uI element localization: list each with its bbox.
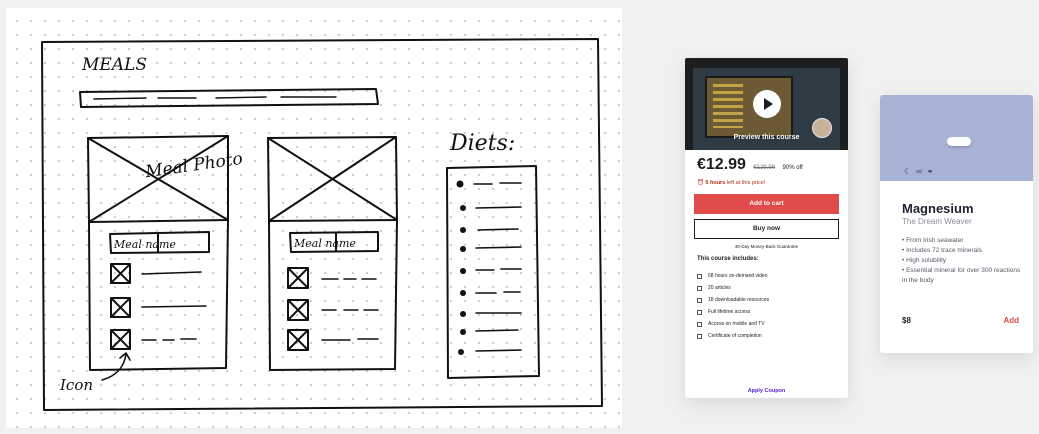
course-purchase-card: Preview this course €12.99 €129.99 90% o… bbox=[685, 58, 848, 398]
list-item: Access on mobile and TV bbox=[697, 318, 842, 330]
preview-label: Preview this course bbox=[733, 134, 800, 141]
list-item: 68 hours on-demand video bbox=[697, 270, 842, 282]
product-card: ☾ ∞ ⚭ Magnesium The Dream Weaver • From Ir… bbox=[880, 95, 1033, 353]
add-to-cart-button[interactable]: Add to cart bbox=[694, 194, 839, 214]
includes-list: 68 hours on-demand video 20 articles 18 … bbox=[697, 270, 842, 342]
product-bullets: • From Irish seawater • Includes 72 trac… bbox=[902, 236, 1027, 286]
list-item: • From Irish seawater bbox=[902, 237, 964, 244]
folder-icon bbox=[697, 297, 702, 303]
sketch-card1-header: Meal name bbox=[113, 238, 176, 251]
pill-image bbox=[947, 137, 971, 146]
sketch-annotation: Icon bbox=[59, 376, 93, 394]
timer-text: left at this price! bbox=[726, 180, 766, 186]
list-item: 20 articles bbox=[697, 282, 842, 294]
sketch-diet-bullets bbox=[456, 180, 466, 355]
alarm-icon: ⏰ bbox=[697, 180, 704, 186]
trophy-icon bbox=[697, 333, 702, 339]
product-price: $8 bbox=[902, 316, 911, 325]
product-image: ☾ ∞ ⚭ bbox=[880, 95, 1033, 181]
course-card-body: €12.99 €129.99 90% off ⏰ 5 hours left at… bbox=[685, 150, 848, 398]
sketch-meal-card-2 bbox=[267, 136, 398, 371]
wireframe-sketch: MEALS Meal Photo Meal name Meal name Die… bbox=[41, 38, 603, 411]
add-button[interactable]: Add bbox=[1003, 316, 1019, 325]
infinity-icon: ∞ bbox=[916, 167, 922, 176]
current-price: €12.99 bbox=[697, 156, 746, 173]
moon-icon: ☾ bbox=[904, 167, 912, 176]
product-feature-icons: ☾ ∞ ⚭ bbox=[904, 167, 939, 176]
list-item: 18 downloadable resources bbox=[697, 294, 842, 306]
discount-label: 90% off bbox=[782, 165, 803, 171]
sketch-diets-label: Diets: bbox=[449, 131, 515, 156]
video-icon bbox=[697, 273, 702, 279]
sketch-card2-header: Meal name bbox=[293, 237, 356, 250]
link-icon: ⚭ bbox=[926, 167, 934, 176]
sketch-annotation-arrow bbox=[101, 353, 127, 381]
product-subtitle: The Dream Weaver bbox=[902, 217, 972, 226]
list-item: • Essential mineral for over 300 reactio… bbox=[902, 267, 1021, 284]
list-item: • High solubility bbox=[902, 257, 947, 264]
play-icon[interactable] bbox=[753, 90, 781, 118]
product-title: Magnesium bbox=[902, 201, 974, 216]
list-item: Certificate of completion bbox=[697, 330, 842, 342]
list-item: Full lifetime access bbox=[697, 306, 842, 318]
mobile-icon bbox=[697, 321, 702, 327]
price-row: €12.99 €129.99 90% off bbox=[697, 156, 803, 174]
course-preview[interactable]: Preview this course bbox=[693, 68, 840, 150]
sketch-search-dashes bbox=[93, 96, 337, 100]
sketch-paper: MEALS Meal Photo Meal name Meal name Die… bbox=[6, 8, 622, 428]
original-price: €129.99 bbox=[753, 165, 776, 171]
buy-now-button[interactable]: Buy now bbox=[694, 219, 839, 239]
list-item: • Includes 72 trace minerals bbox=[902, 247, 982, 254]
infinity-icon bbox=[697, 309, 702, 315]
price-timer: ⏰ 5 hours left at this price! bbox=[697, 180, 765, 186]
includes-title: This course includes: bbox=[697, 256, 759, 262]
file-icon bbox=[697, 285, 702, 291]
money-back-guarantee: 30-Day Money-Back Guarantee bbox=[734, 244, 799, 249]
sketch-title: MEALS bbox=[81, 55, 147, 75]
apply-coupon-link[interactable]: Apply Coupon bbox=[685, 388, 848, 394]
timer-hours: 5 hours bbox=[705, 180, 726, 186]
